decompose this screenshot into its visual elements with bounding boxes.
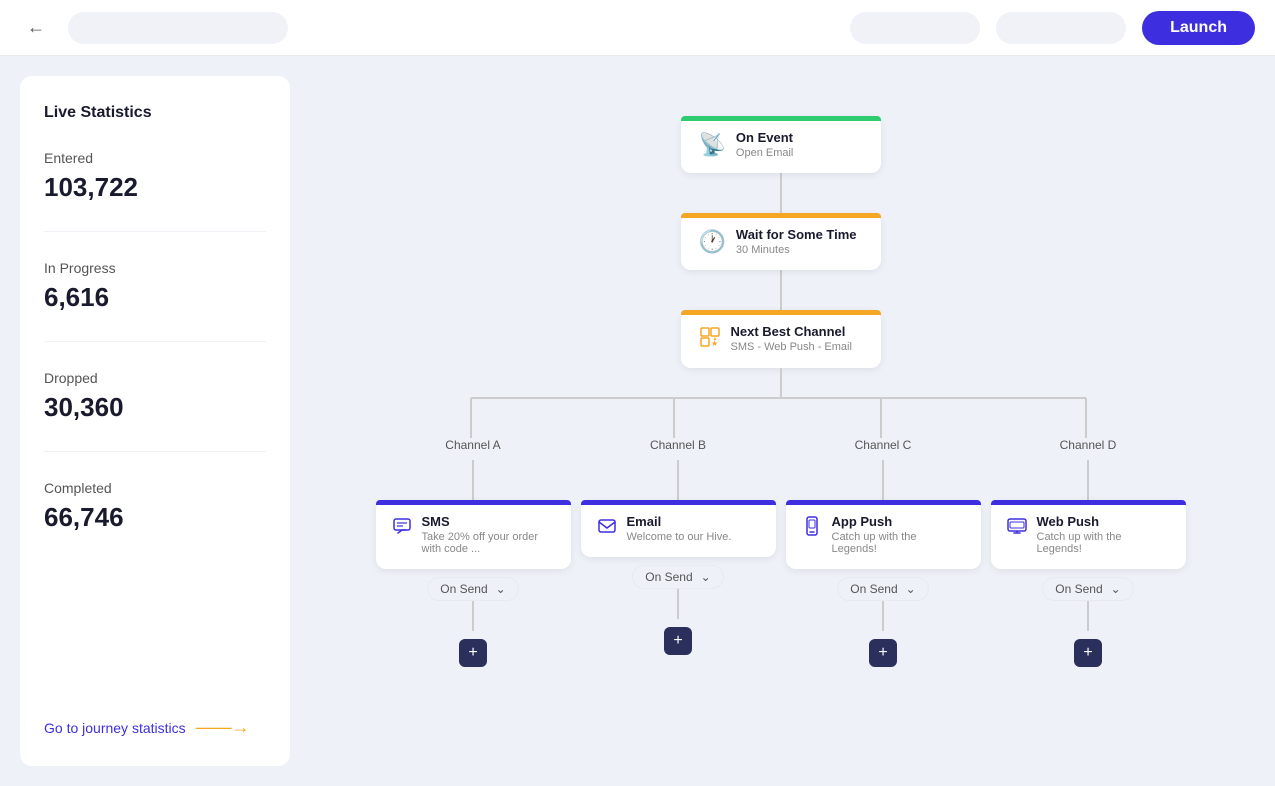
- channel-b-sub: Welcome to our Hive.: [627, 531, 732, 543]
- channel-c-col: Channel C: [781, 438, 986, 667]
- nav-pill-2: [996, 12, 1126, 44]
- wait-subtitle: 30 Minutes: [736, 244, 857, 256]
- channel-d-node[interactable]: Web Push Catch up with the Legends!: [991, 500, 1186, 569]
- main-content: Live Statistics Entered 103,722 In Progr…: [0, 56, 1275, 786]
- web-push-icon: [1007, 516, 1027, 542]
- stat-completed-label: Completed: [44, 480, 266, 496]
- stat-entered: Entered 103,722: [44, 150, 266, 203]
- top-nav: ← Launch: [0, 0, 1275, 56]
- svg-text:★: ★: [711, 339, 718, 348]
- wait-title: Wait for Some Time: [736, 227, 857, 242]
- channel-c-onsend-chevron: ⌄: [906, 582, 916, 596]
- channel-d-sub: Catch up with the Legends!: [1037, 531, 1170, 555]
- channel-d-vline2: [1087, 601, 1089, 631]
- channel-b-plus[interactable]: +: [664, 627, 692, 655]
- channel-c-label: Channel C: [855, 438, 912, 452]
- stat-dropped-value: 30,360: [44, 392, 266, 423]
- channel-b-onsend[interactable]: On Send ⌄: [632, 565, 723, 589]
- on-event-title: On Event: [736, 130, 793, 145]
- goto-arrow-icon: ——→: [196, 717, 250, 738]
- channel-d-col: Channel D: [986, 438, 1191, 667]
- channel-a-onsend-label: On Send: [440, 582, 487, 596]
- channel-c-sub: Catch up with the Legends!: [832, 531, 965, 555]
- channel-a-onsend[interactable]: On Send ⌄: [427, 577, 518, 601]
- nbc-subtitle: SMS - Web Push - Email: [731, 341, 852, 353]
- nav-pill-main: [68, 12, 288, 44]
- wait-icon: 🕐: [699, 229, 726, 255]
- channel-c-title: App Push: [832, 514, 965, 529]
- channel-b-onsend-chevron: ⌄: [701, 570, 711, 584]
- channel-d-plus[interactable]: +: [1074, 639, 1102, 667]
- channel-d-vline: [1087, 460, 1089, 500]
- channel-a-vline2: [472, 601, 474, 631]
- channel-b-col: Channel B Email: [576, 438, 781, 655]
- channel-d-onsend[interactable]: On Send ⌄: [1042, 577, 1133, 601]
- channel-d-label: Channel D: [1060, 438, 1117, 452]
- channel-a-plus[interactable]: +: [459, 639, 487, 667]
- channel-c-onsend[interactable]: On Send ⌄: [837, 577, 928, 601]
- canvas: 📡 On Event Open Email 🕐 Wait for Some Ti…: [306, 76, 1255, 766]
- channel-b-vline: [677, 460, 679, 500]
- channel-c-vline2: [882, 601, 884, 631]
- channel-d-onsend-label: On Send: [1055, 582, 1102, 596]
- on-event-node[interactable]: 📡 On Event Open Email: [681, 116, 881, 173]
- channel-a-label: Channel A: [445, 438, 500, 452]
- wait-node[interactable]: 🕐 Wait for Some Time 30 Minutes: [681, 213, 881, 270]
- stat-dropped: Dropped 30,360: [44, 370, 266, 423]
- on-event-subtitle: Open Email: [736, 147, 793, 159]
- nav-pill-1: [850, 12, 980, 44]
- stat-completed-value: 66,746: [44, 502, 266, 533]
- channel-c-vline: [882, 460, 884, 500]
- channel-a-onsend-chevron: ⌄: [496, 582, 506, 596]
- channel-a-col: Channel A: [371, 438, 576, 667]
- channel-b-onsend-label: On Send: [645, 570, 692, 584]
- channel-a-vline: [472, 460, 474, 500]
- channel-a-node[interactable]: SMS Take 20% off your order with code ..…: [376, 500, 571, 569]
- on-event-bar: [681, 116, 881, 121]
- nbc-bar: [681, 310, 881, 315]
- channel-d-onsend-chevron: ⌄: [1111, 582, 1121, 596]
- channel-a-sub: Take 20% off your order with code ...: [422, 531, 555, 555]
- stat-in-progress: In Progress 6,616: [44, 260, 266, 313]
- sidebar-title: Live Statistics: [44, 104, 266, 122]
- channel-c-onsend-label: On Send: [850, 582, 897, 596]
- nbc-title: Next Best Channel: [731, 324, 852, 339]
- stat-entered-value: 103,722: [44, 172, 266, 203]
- stat-completed: Completed 66,746: [44, 480, 266, 533]
- stat-inprogress-value: 6,616: [44, 282, 266, 313]
- app-push-icon: [802, 516, 822, 542]
- channel-b-node[interactable]: Email Welcome to our Hive.: [581, 500, 776, 557]
- flow-container: 📡 On Event Open Email 🕐 Wait for Some Ti…: [306, 76, 1255, 707]
- wait-bar: [681, 213, 881, 218]
- on-event-icon: 📡: [699, 132, 726, 158]
- connector-2: [780, 270, 782, 310]
- email-icon: [597, 516, 617, 542]
- goto-statistics-link[interactable]: Go to journey statistics ——→: [44, 717, 266, 738]
- channel-a-title: SMS: [422, 514, 555, 529]
- channel-d-bar: [991, 500, 1186, 505]
- connector-1: [780, 173, 782, 213]
- branch-lines-container: [371, 368, 1191, 438]
- back-button[interactable]: ←: [20, 12, 52, 44]
- nbc-icon: ★: [699, 326, 721, 354]
- sidebar: Live Statistics Entered 103,722 In Progr…: [20, 76, 290, 766]
- channel-c-plus[interactable]: +: [869, 639, 897, 667]
- stat-dropped-label: Dropped: [44, 370, 266, 386]
- channel-c-node[interactable]: App Push Catch up with the Legends!: [786, 500, 981, 569]
- channel-d-title: Web Push: [1037, 514, 1170, 529]
- sms-icon: [392, 516, 412, 542]
- channel-b-label: Channel B: [650, 438, 706, 452]
- launch-button[interactable]: Launch: [1142, 11, 1255, 45]
- channel-b-bar: [581, 500, 776, 505]
- channel-a-bar: [376, 500, 571, 505]
- goto-statistics-label: Go to journey statistics: [44, 720, 186, 736]
- channel-b-vline2: [677, 589, 679, 619]
- channels-row: Channel A: [371, 438, 1191, 667]
- next-best-channel-node[interactable]: ★ Next Best Channel SMS - Web Push - Ema…: [681, 310, 881, 368]
- channel-c-bar: [786, 500, 981, 505]
- channel-b-title: Email: [627, 514, 732, 529]
- stat-entered-label: Entered: [44, 150, 266, 166]
- stat-inprogress-label: In Progress: [44, 260, 266, 276]
